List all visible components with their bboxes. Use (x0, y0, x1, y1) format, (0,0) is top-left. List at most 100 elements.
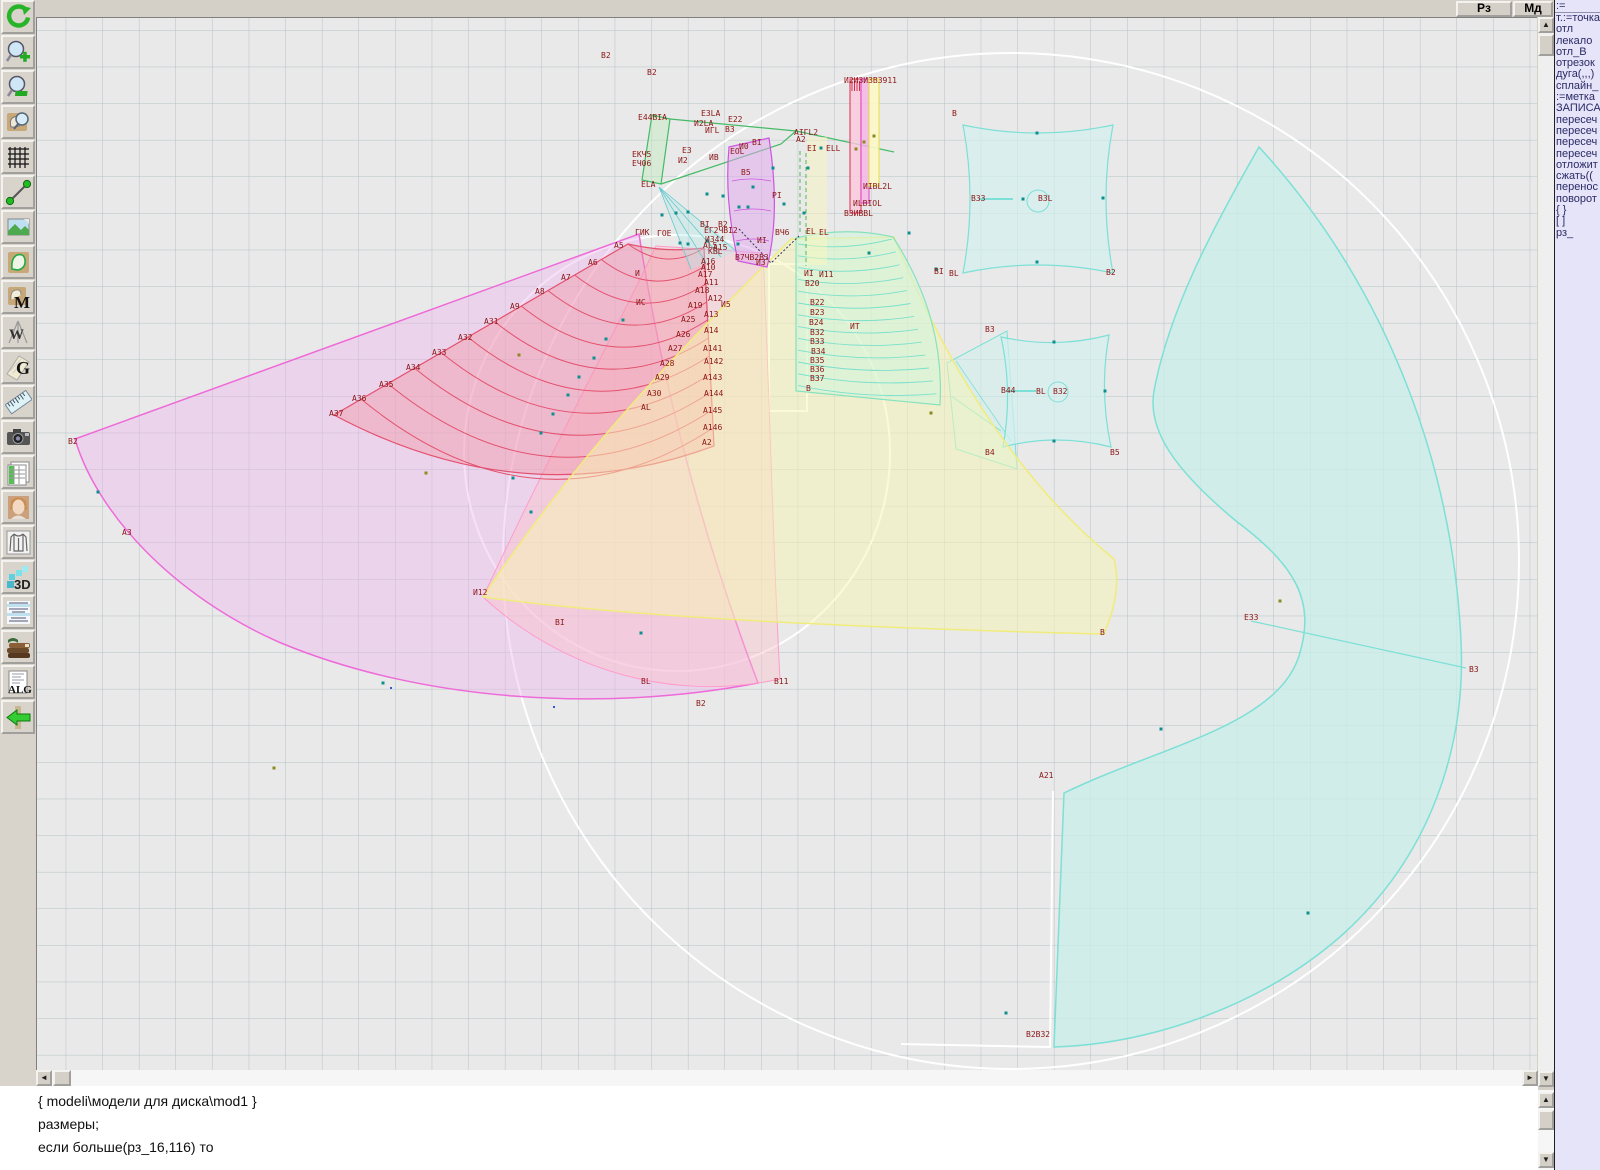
svg-text:А27: А27 (668, 344, 683, 353)
zoom-out-icon (5, 74, 32, 101)
svg-text:ВЗ2: ВЗ2 (1053, 387, 1068, 396)
redraw-button[interactable] (1, 0, 35, 34)
svg-text:В34: В34 (811, 347, 826, 356)
svg-text:ВЗ: ВЗ (985, 325, 995, 334)
scroll-right-button[interactable]: ► (1522, 1070, 1538, 1086)
svg-text:В22: В22 (810, 298, 825, 307)
svg-text:M: M (14, 293, 30, 311)
console-scroll-down-button[interactable]: ▼ (1538, 1152, 1554, 1168)
svg-text:В11: В11 (774, 677, 789, 686)
vscroll-thumb[interactable] (1538, 34, 1554, 56)
algorithm-console[interactable]: { modeli\модели для диска\mod1 } размеры… (0, 1090, 1538, 1170)
ruler-button[interactable] (1, 385, 35, 419)
svg-text:Е3LА: Е3LА (701, 109, 720, 118)
svg-text:А142: А142 (704, 357, 723, 366)
svg-text:ВL: ВL (1036, 387, 1046, 396)
svg-text:В20: В20 (805, 279, 820, 288)
svg-text:ВЗ: ВЗ (1469, 665, 1479, 674)
console-vscrollbar[interactable]: ▲ ▼ (1538, 1090, 1554, 1170)
command-item[interactable]: рз_ (1555, 228, 1600, 239)
compass-w-button[interactable]: W (1, 315, 35, 349)
svg-text:В: В (806, 384, 811, 393)
svg-text:А143: А143 (703, 373, 722, 382)
svg-text:ЕL: ЕL (819, 228, 829, 237)
svg-text:А26: А26 (676, 330, 691, 339)
pattern-m-button[interactable]: M (1, 280, 35, 314)
svg-text:Е44ВIА: Е44ВIА (638, 113, 667, 122)
command-list: т.:=точкаотллекалоотл_Вотрезокдуга(,,,)с… (1555, 13, 1600, 239)
svg-text:ИIВL2L: ИIВL2L (863, 182, 892, 191)
console-vscroll-thumb[interactable] (1538, 1110, 1554, 1130)
svg-text:И2: И2 (678, 156, 688, 165)
svg-text:А5: А5 (614, 241, 624, 250)
svg-text:В37: В37 (810, 374, 825, 383)
camera-icon (5, 424, 32, 451)
grid-button[interactable] (1, 140, 35, 174)
svg-text:А19: А19 (688, 301, 703, 310)
hscroll-thumb[interactable] (53, 1070, 71, 1086)
svg-text:ГOЕ: ГOЕ (657, 229, 672, 238)
svg-text:ВI: ВI (752, 138, 762, 147)
svg-text:ВI: ВI (934, 267, 944, 276)
image-view-button[interactable] (1, 210, 35, 244)
size-table-button[interactable] (1, 455, 35, 489)
svg-text:А34: А34 (406, 363, 421, 372)
command-item[interactable]: отл (1555, 24, 1600, 35)
svg-text:А14: А14 (704, 326, 719, 335)
scroll-down-button[interactable]: ▼ (1538, 1071, 1554, 1087)
svg-text:ЕКЧ5: ЕКЧ5 (632, 150, 651, 159)
svg-text:ВЗ: ВЗ (725, 125, 735, 134)
svg-text:В23: В23 (810, 308, 825, 317)
scroll-up-button[interactable]: ▲ (1538, 17, 1554, 33)
rz-mode-button[interactable]: Рз (1456, 1, 1512, 17)
zoom-piece-button[interactable] (1, 105, 35, 139)
svg-text:А31: А31 (484, 317, 499, 326)
exit-button[interactable] (1, 700, 35, 734)
canvas-hscrollbar[interactable]: ◄ ► (36, 1070, 1538, 1086)
library-button[interactable] (1, 630, 35, 664)
pattern-piece-button[interactable] (1, 245, 35, 279)
console-scroll-up-button[interactable]: ▲ (1538, 1092, 1554, 1108)
segment-icon (5, 179, 32, 206)
svg-text:А25: А25 (681, 315, 696, 324)
svg-text:А36: А36 (352, 394, 367, 403)
svg-text:А29: А29 (655, 373, 670, 382)
canvas-vscrollbar[interactable]: ▲ ▼ (1538, 17, 1554, 1087)
algorithm-button[interactable]: ALG (1, 665, 35, 699)
svg-text:А8: А8 (535, 287, 545, 296)
svg-text:В2: В2 (1106, 268, 1116, 277)
svg-text:ИLВIOL: ИLВIOL (853, 199, 882, 208)
zoom-in-button[interactable] (1, 35, 35, 69)
svg-text:ГИК: ГИК (635, 228, 650, 237)
top-strip: Рз Мд (36, 0, 1554, 17)
svg-text:ИI: ИI (757, 236, 767, 245)
svg-text:А13: А13 (704, 310, 719, 319)
svg-text:В24: В24 (809, 318, 824, 327)
command-item[interactable]: [ ] (1555, 216, 1600, 227)
grafis-g-button[interactable]: G (1, 350, 35, 384)
table-icon (5, 459, 32, 486)
command-item[interactable]: пересеч (1555, 137, 1600, 148)
svg-text:А6: А6 (588, 258, 598, 267)
svg-text:А144: А144 (704, 389, 723, 398)
svg-text:В2: В2 (68, 437, 78, 446)
scroll-left-button[interactable]: ◄ (36, 1070, 52, 1086)
svg-text:ВЗЗ: ВЗЗ (971, 194, 986, 203)
camera-button[interactable] (1, 420, 35, 454)
pattern-canvas[interactable]: В2В2Е44ВIАЕ3LАИ2LАЕ22ИГLВЗАIГL2ВIА2ЕКЧ5Е… (36, 17, 1537, 1071)
svg-text:А33: А33 (432, 348, 447, 357)
measure-segment-button[interactable] (1, 175, 35, 209)
view-3d-button[interactable]: 3D (1, 560, 35, 594)
md-mode-button[interactable]: Мд (1513, 1, 1553, 17)
command-item[interactable]: ЗАПИСА (1555, 103, 1600, 114)
svg-text:А2: А2 (702, 438, 712, 447)
svg-text:ВЗL: ВЗL (1038, 194, 1053, 203)
svg-text:ЕLL: ЕLL (826, 144, 841, 153)
piece-magnifier-icon (5, 109, 32, 136)
model-photo-button[interactable] (1, 490, 35, 524)
garment-view-button[interactable] (1, 525, 35, 559)
zoom-out-button[interactable] (1, 70, 35, 104)
svg-text:А30: А30 (647, 389, 662, 398)
size-list-button[interactable] (1, 595, 35, 629)
svg-text:И12: И12 (473, 588, 488, 597)
